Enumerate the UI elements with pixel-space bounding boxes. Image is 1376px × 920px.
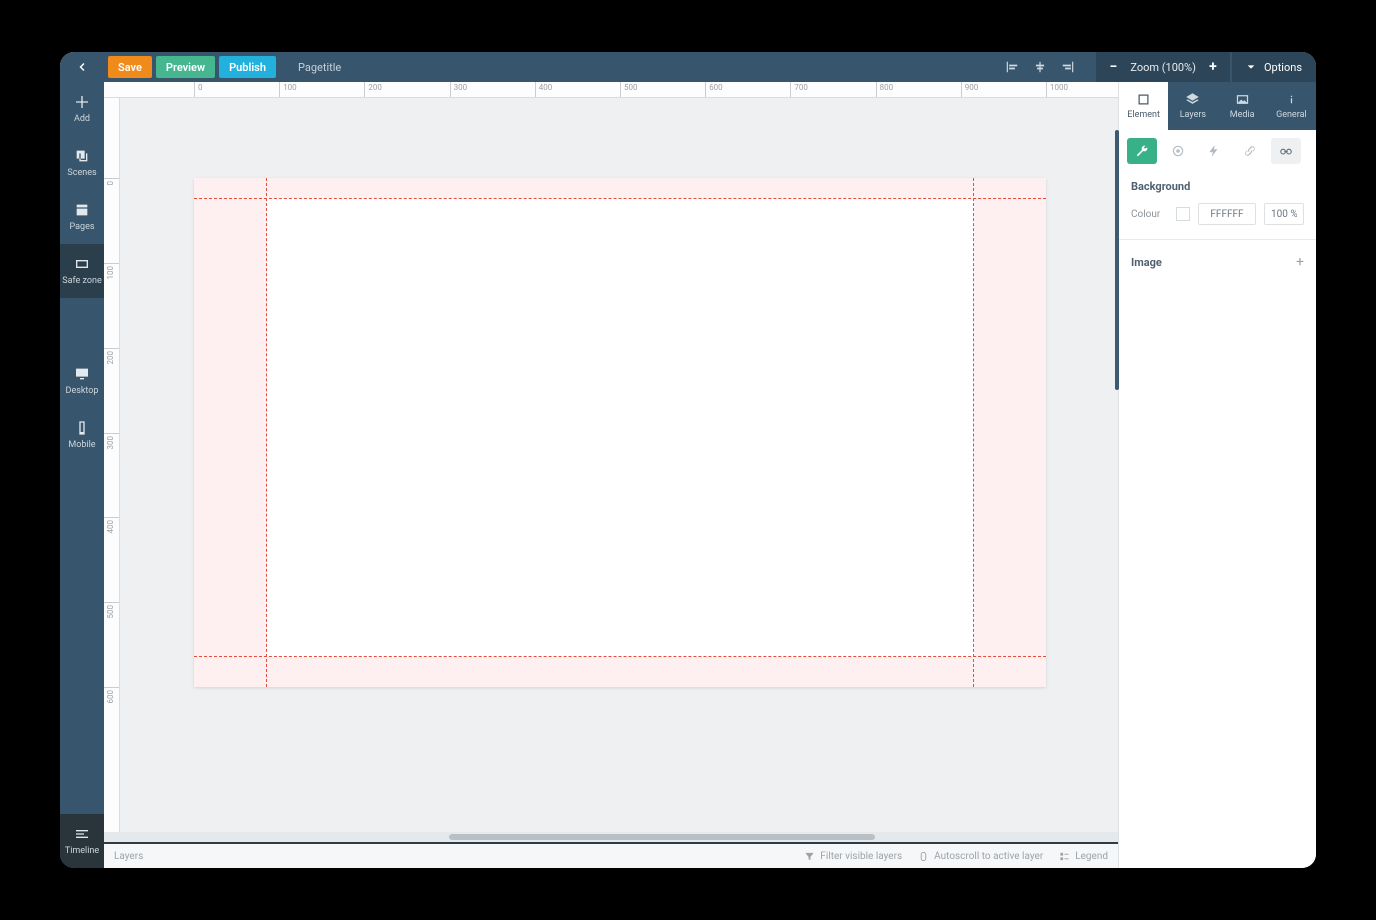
media-icon (1235, 92, 1250, 107)
options-label: Options (1264, 61, 1302, 74)
pages-icon (74, 202, 90, 218)
layers-icon (1185, 92, 1200, 107)
alignment-tools (1004, 60, 1076, 74)
save-button[interactable]: Save (108, 56, 152, 78)
target-icon (1171, 144, 1185, 158)
mobile-icon (74, 420, 90, 436)
sidebar-label: Scenes (67, 168, 96, 178)
colour-opacity-input[interactable] (1264, 203, 1304, 225)
section-image[interactable]: Image + (1119, 244, 1316, 280)
preview-button[interactable]: Preview (156, 56, 215, 78)
zoom-controls: − Zoom (100%) + (1096, 52, 1230, 82)
horizontal-scrollbar[interactable] (104, 832, 1118, 842)
link-icon (1243, 144, 1257, 158)
colour-swatch[interactable] (1176, 207, 1190, 221)
scenes-icon (74, 148, 90, 164)
safe-zone-overlay (194, 178, 1046, 687)
sidebar-safezone[interactable]: Safe zone (60, 244, 104, 298)
wrench-icon (1135, 144, 1149, 158)
tab-general[interactable]: General (1267, 82, 1316, 130)
align-left-icon[interactable] (1004, 60, 1020, 74)
colour-hex-input[interactable] (1198, 203, 1256, 225)
bottom-bar: Layers Filter visible layers Autoscroll … (104, 842, 1118, 868)
glasses-icon (1279, 144, 1293, 158)
filter-visible-layers[interactable]: Filter visible layers (804, 851, 902, 862)
ruler-horizontal[interactable]: 01002003004005006007008009001000 (104, 82, 1118, 98)
sidebar-desktop[interactable]: Desktop (60, 354, 104, 408)
right-tabs: Element Layers Media General (1119, 82, 1316, 130)
sidebar-label: Pages (70, 222, 95, 232)
zoom-in-button[interactable]: + (1206, 59, 1220, 75)
safezone-icon (74, 256, 90, 272)
desktop-icon (74, 366, 90, 382)
app-window: Save Preview Publish Pagetitle − Zoom (1… (60, 52, 1316, 868)
right-panel: Element Layers Media General (1118, 82, 1316, 868)
sidebar-label: Desktop (66, 386, 99, 396)
sidebar-label: Timeline (65, 846, 99, 856)
subtab-target[interactable] (1163, 138, 1193, 164)
canvas-viewport[interactable] (120, 98, 1118, 832)
subtab-actions[interactable] (1199, 138, 1229, 164)
subtab-link[interactable] (1235, 138, 1265, 164)
sidebar-mobile[interactable]: Mobile (60, 408, 104, 462)
autoscroll-active-layer[interactable]: Autoscroll to active layer (918, 851, 1043, 862)
element-icon (1136, 92, 1151, 107)
tab-media[interactable]: Media (1218, 82, 1267, 130)
chevron-down-icon (1246, 62, 1256, 72)
panel-scroll-indicator[interactable] (1115, 130, 1119, 390)
plus-icon: + (1296, 254, 1304, 270)
legend-toggle[interactable]: Legend (1059, 851, 1108, 862)
align-center-icon[interactable] (1032, 60, 1048, 74)
scrollbar-thumb[interactable] (449, 834, 875, 840)
sidebar-timeline[interactable]: Timeline (60, 814, 104, 868)
sidebar-add[interactable]: Add (60, 82, 104, 136)
publish-button[interactable]: Publish (219, 56, 276, 78)
subtab-visibility[interactable] (1271, 138, 1301, 164)
sidebar-label: Add (74, 114, 90, 124)
options-dropdown[interactable]: Options (1232, 52, 1316, 82)
sidebar-scenes[interactable]: Scenes (60, 136, 104, 190)
sidebar-label: Safe zone (62, 276, 102, 286)
layers-panel-label[interactable]: Layers (114, 851, 143, 862)
tab-element[interactable]: Element (1119, 82, 1168, 130)
align-right-icon[interactable] (1060, 60, 1076, 74)
filter-icon (804, 851, 815, 862)
ruler-vertical[interactable]: 0100200300400500600 (104, 98, 120, 832)
sidebar-pages[interactable]: Pages (60, 190, 104, 244)
tab-layers[interactable]: Layers (1168, 82, 1217, 130)
zoom-label[interactable]: Zoom (100%) (1130, 61, 1196, 74)
back-button[interactable] (60, 52, 104, 82)
page-title-field[interactable]: Pagetitle (298, 61, 341, 74)
info-icon (1284, 92, 1299, 107)
legend-icon (1059, 851, 1070, 862)
sidebar-label: Mobile (68, 440, 95, 450)
autoscroll-icon (918, 851, 929, 862)
artboard[interactable] (194, 178, 1046, 687)
subtab-properties[interactable] (1127, 138, 1157, 164)
element-subtabs (1119, 130, 1316, 172)
section-background: Background (1119, 172, 1316, 199)
top-header: Save Preview Publish Pagetitle − Zoom (1… (60, 52, 1316, 82)
zoom-out-button[interactable]: − (1106, 59, 1120, 75)
left-sidebar: Add Scenes Pages Safe zone Desktop Mobil… (60, 82, 104, 868)
plus-icon (74, 94, 90, 110)
prop-colour: Colour (1119, 199, 1316, 235)
colour-label: Colour (1131, 209, 1168, 220)
bolt-icon (1207, 144, 1221, 158)
chevron-left-icon (76, 61, 88, 73)
canvas-area: 01002003004005006007008009001000 0100200… (104, 82, 1118, 868)
timeline-icon (74, 826, 90, 842)
